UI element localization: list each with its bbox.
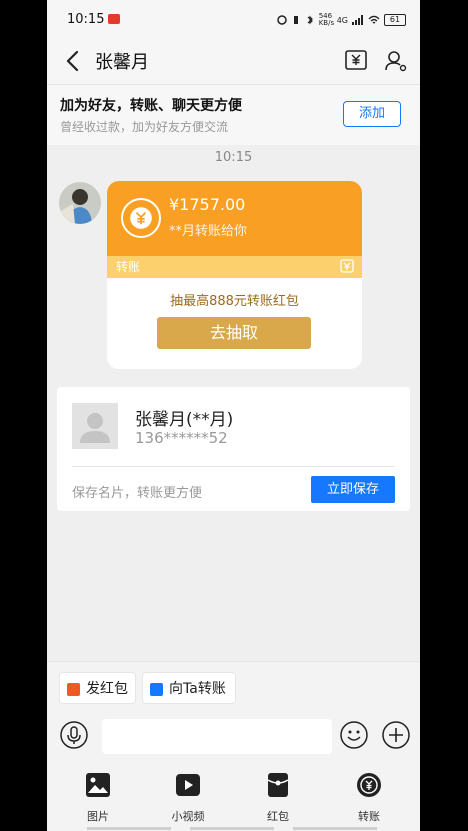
transfer-amount: ¥1757.00 — [169, 195, 246, 214]
status-indicators: 546 KB/s 4G 61 — [276, 12, 406, 27]
divider — [72, 466, 395, 467]
battery-icon: 61 — [384, 14, 406, 26]
emoji-icon[interactable] — [339, 720, 369, 750]
status-bar: 10:15 546 KB/s 4G 61 — [47, 0, 420, 40]
transfer-icon — [150, 683, 163, 696]
transfer-note: **月转账给你 — [169, 224, 248, 239]
transfer-card-header: ¥1757.00 **月转账给你 — [107, 181, 362, 256]
save-contact-button[interactable]: 立即保存 — [311, 476, 395, 503]
message-input[interactable] — [102, 719, 332, 754]
bottom-panel: 发红包 向Ta转账 图片 小视频 红包 转账 — [47, 661, 420, 831]
transfer-type-band: 转账 — [107, 256, 362, 278]
transfer-to-ta-button[interactable]: 向Ta转账 — [142, 672, 236, 704]
home-indicator — [87, 827, 377, 830]
transfer-type-label: 转账 — [116, 260, 141, 274]
transfer-icon — [357, 773, 381, 797]
send-red-packet-button[interactable]: 发红包 — [59, 672, 136, 704]
toolbar-label: 转账 — [358, 810, 380, 823]
signal-bars-icon — [352, 15, 363, 25]
chat-screen: 10:15 546 KB/s 4G 61 张馨月 加为好友，转账、聊天更方便 曾 — [47, 0, 420, 831]
banner-title: 加为好友，转账、聊天更方便 — [60, 98, 242, 114]
yuan-mini-icon — [340, 259, 354, 273]
app-notification-icon — [108, 14, 120, 24]
person-settings-icon[interactable] — [383, 48, 409, 74]
add-friend-banner: 加为好友，转账、聊天更方便 曾经收过款，加为好友方便交流 添加 — [47, 84, 420, 145]
red-packet-icon — [267, 773, 289, 797]
video-icon — [176, 774, 200, 796]
promo-text: 抽最高888元转账红包 — [170, 294, 299, 309]
wifi-icon — [368, 15, 380, 24]
yuan-refresh-icon — [121, 198, 161, 238]
back-arrow-icon[interactable] — [61, 48, 87, 74]
plus-icon[interactable] — [381, 720, 411, 750]
page-title: 张馨月 — [95, 52, 149, 73]
add-friend-button[interactable]: 添加 — [343, 101, 401, 127]
toolbar-label: 小视频 — [171, 810, 205, 823]
message-timestamp: 10:15 — [214, 150, 253, 165]
toolbar-red-packet[interactable]: 红包 — [243, 772, 313, 824]
signal-type: 4G — [336, 15, 348, 25]
transfer-card[interactable]: ¥1757.00 **月转账给你 转账 抽最高888元转账红包 去抽取 — [107, 181, 362, 369]
contact-card: 张馨月(**月) 136******52 保存名片，转账更方便 立即保存 — [57, 387, 410, 511]
toolbar-transfer[interactable]: 转账 — [334, 772, 404, 824]
banner-subtitle: 曾经收过款，加为好友方便交流 — [60, 120, 229, 134]
net-speed: 546 KB/s — [318, 12, 335, 27]
toolbar-label: 图片 — [87, 810, 109, 823]
quick-action-label: 向Ta转账 — [169, 681, 226, 697]
contact-phone: 136******52 — [135, 429, 228, 447]
chat-header: 张馨月 — [47, 40, 420, 84]
contact-name: 张馨月(**月) — [135, 410, 234, 430]
avatar[interactable] — [59, 182, 101, 224]
red-packet-icon — [67, 683, 80, 696]
status-time: 10:15 — [67, 12, 105, 27]
yuan-transfer-icon[interactable] — [343, 48, 369, 74]
draw-button[interactable]: 去抽取 — [157, 317, 311, 349]
image-icon — [86, 773, 110, 797]
bluetooth-icon — [307, 15, 313, 25]
contact-avatar-placeholder-icon — [72, 403, 118, 449]
microphone-icon[interactable] — [59, 720, 89, 750]
toolbar-video[interactable]: 小视频 — [153, 772, 223, 824]
save-contact-tip: 保存名片，转账更方便 — [72, 486, 203, 501]
toolbar-image[interactable]: 图片 — [63, 772, 133, 824]
vibrate-icon — [293, 16, 298, 24]
alarm-icon — [276, 15, 287, 25]
toolbar-label: 红包 — [267, 810, 289, 823]
quick-action-label: 发红包 — [86, 681, 128, 697]
